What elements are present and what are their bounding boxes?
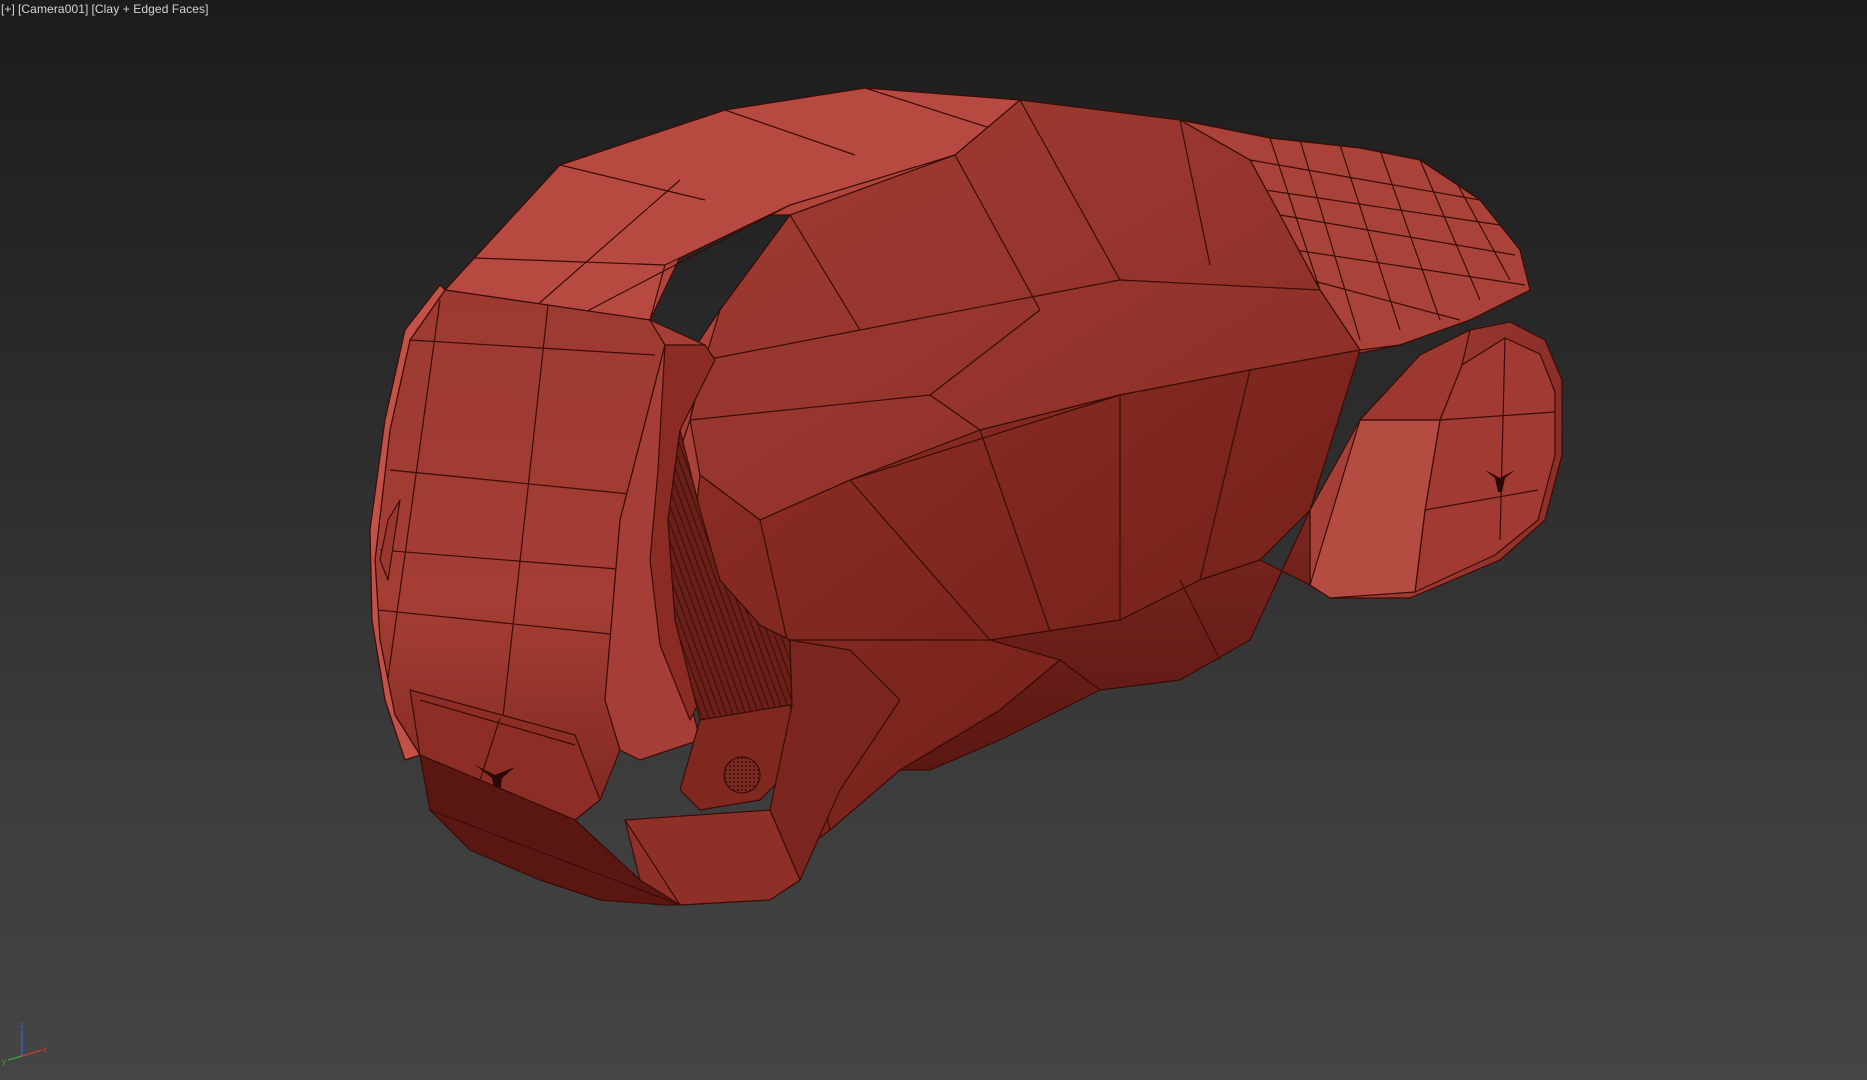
front-lamp <box>723 756 761 794</box>
axis-x-label: x <box>43 1045 47 1054</box>
axis-z-label: z <box>20 1021 24 1030</box>
vehicle-model[interactable] <box>0 0 1867 1080</box>
axis-gizmo: z x y <box>2 1021 47 1066</box>
vehicle-body <box>369 87 1563 906</box>
viewport-camera[interactable]: [+] [Camera001] [Clay + Edged Faces] z x… <box>0 0 1867 1080</box>
axis-y-label: y <box>2 1057 6 1066</box>
